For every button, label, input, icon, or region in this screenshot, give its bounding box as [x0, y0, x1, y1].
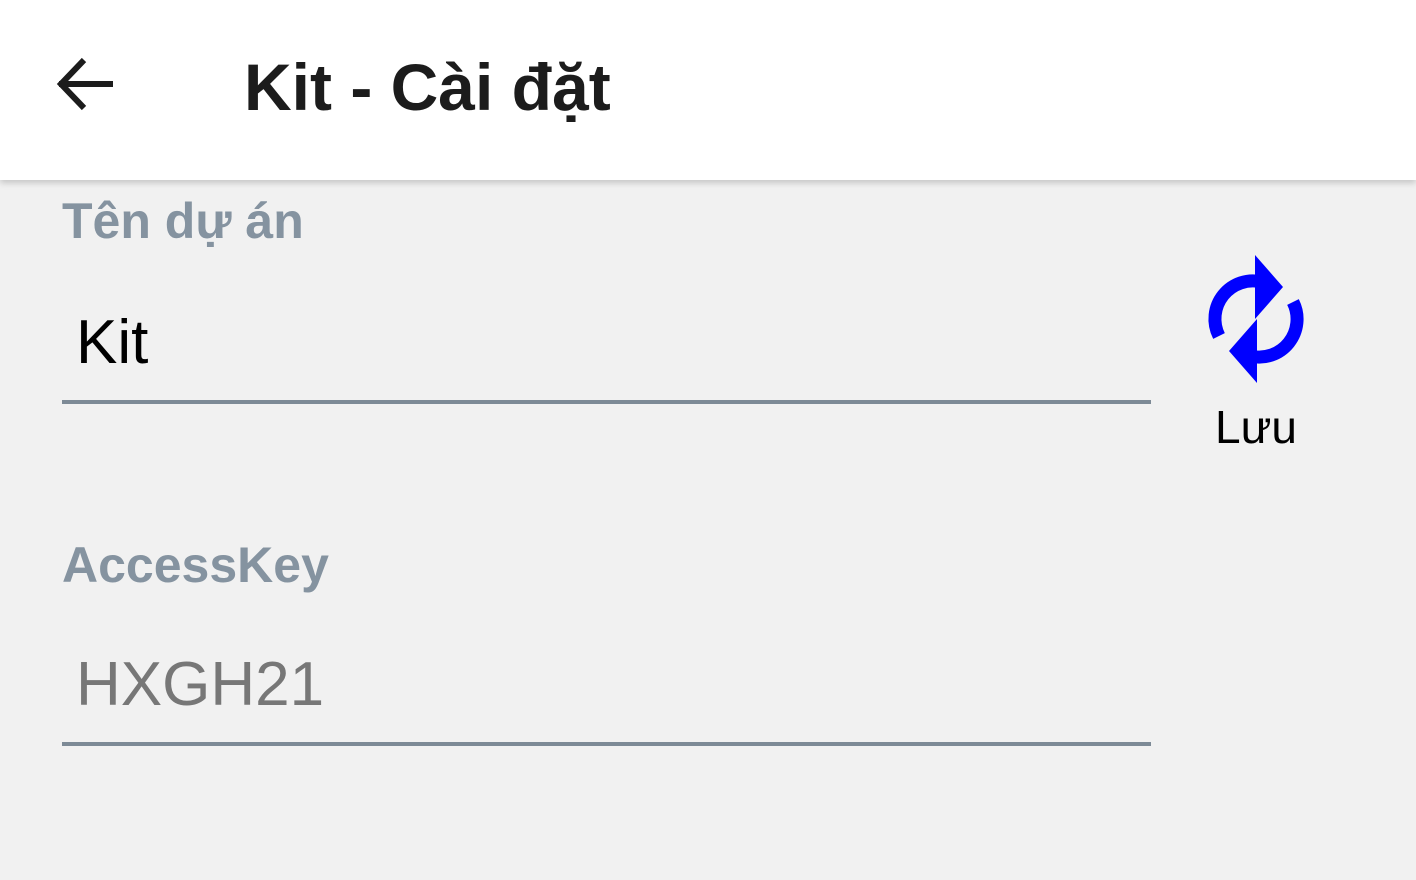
project-name-label: Tên dự án: [62, 193, 304, 249]
access-key-label: AccessKey: [62, 537, 329, 593]
arrow-left-icon: [56, 57, 113, 111]
access-key-input[interactable]: [62, 626, 1151, 746]
back-button[interactable]: [44, 44, 124, 124]
project-name-input[interactable]: [62, 284, 1151, 404]
page-title: Kit - Cài đặt: [244, 50, 611, 124]
app-bar: Kit - Cài đặt: [0, 0, 1416, 180]
save-button[interactable]: Lưu: [1196, 252, 1316, 453]
save-button-label: Lưu: [1215, 401, 1297, 453]
refresh-icon: [1208, 255, 1304, 383]
